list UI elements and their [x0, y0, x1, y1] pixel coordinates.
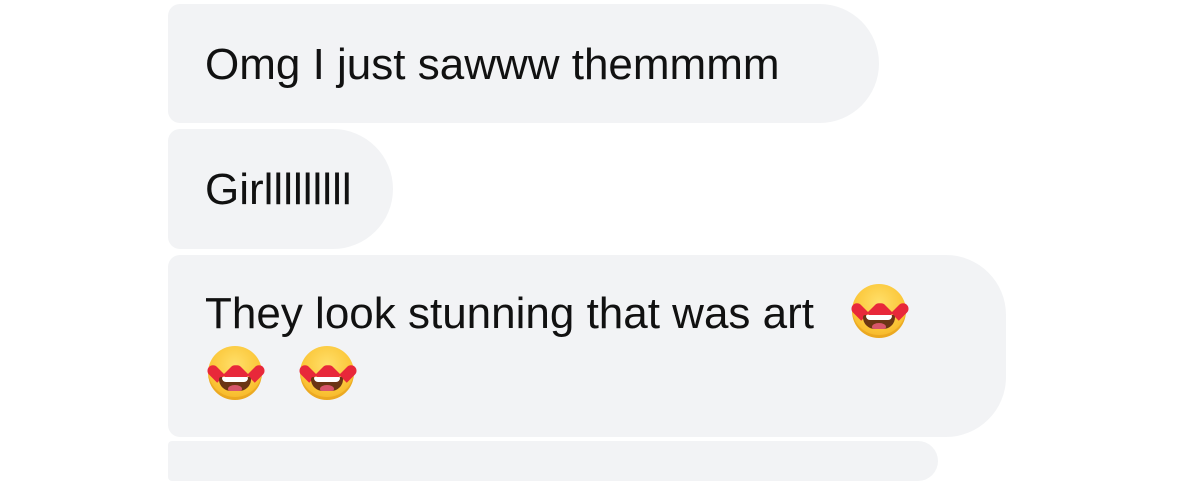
message-bubble[interactable]: Omg I just sawww themmmm: [168, 4, 879, 123]
heart-eyes-emoji-icon: [300, 346, 355, 400]
heart-eyes-emoji-icon: [852, 284, 907, 338]
chat-thread: { "messages": [ { "text": "Omg I just sa…: [0, 0, 1179, 481]
heart-eyes-emoji-icon: [208, 346, 262, 400]
message-text: They look stunning that was art: [205, 289, 814, 338]
message-bubble-partial[interactable]: [168, 441, 938, 481]
message-text: Girlllllllll: [205, 165, 352, 214]
message-text: Omg I just sawww themmmm: [205, 40, 780, 89]
message-bubble[interactable]: They look stunning that was art: [168, 255, 1006, 437]
message-bubble[interactable]: Girlllllllll: [168, 129, 393, 249]
message-content: They look stunning that was art: [205, 283, 985, 407]
